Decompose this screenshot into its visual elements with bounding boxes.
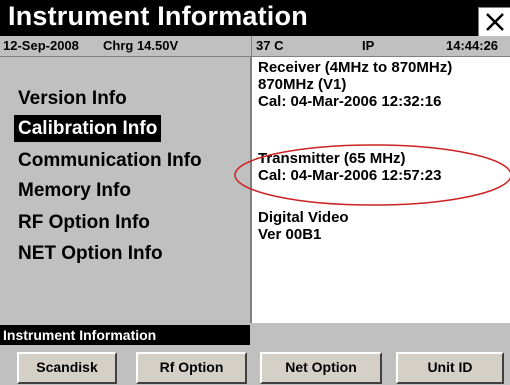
scandisk-button[interactable]: Scandisk — [17, 352, 117, 384]
section-label: Instrument Information — [0, 325, 250, 345]
instrument-info-window: Instrument Information 12-Sep-2008 Chrg … — [0, 0, 510, 385]
rf-option-button[interactable]: Rf Option — [136, 352, 247, 384]
unit-id-button[interactable]: Unit ID — [396, 352, 504, 384]
net-option-button[interactable]: Net Option — [260, 352, 382, 384]
